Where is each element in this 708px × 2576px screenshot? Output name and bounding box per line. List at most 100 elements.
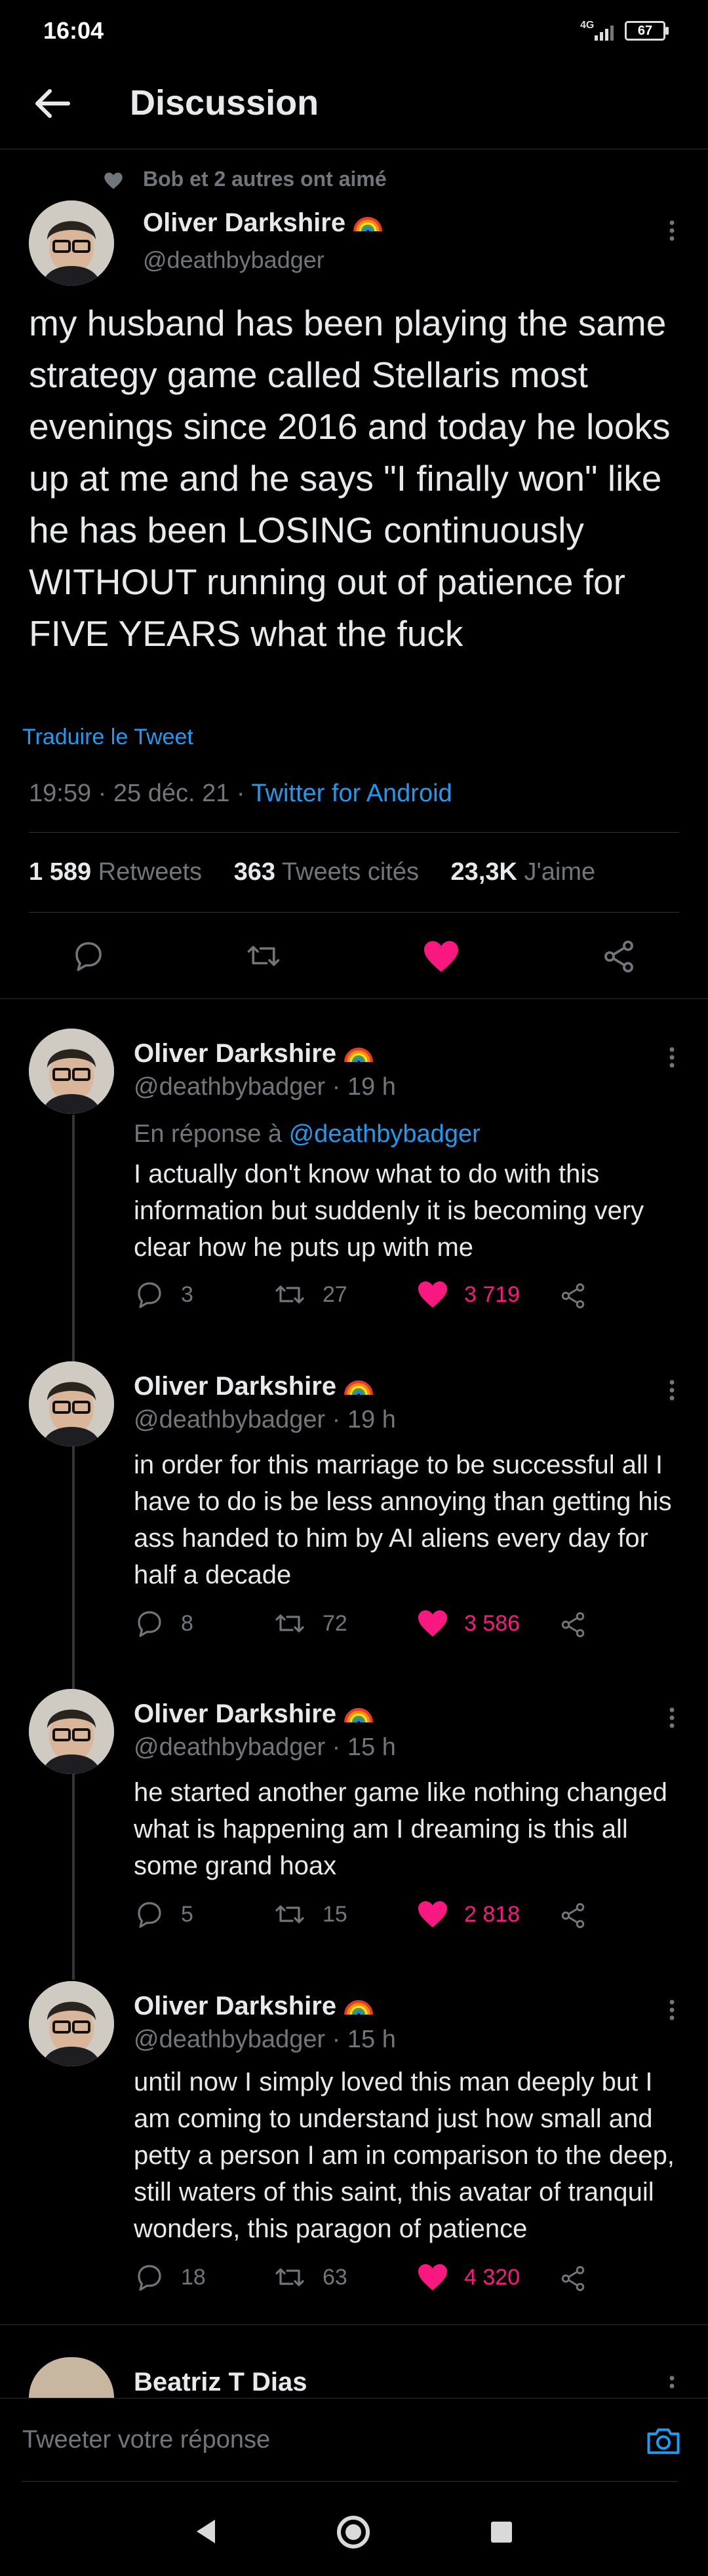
retweet-action[interactable]: 72 [273, 1608, 347, 1639]
reply-icon [138, 1611, 161, 1637]
avatar[interactable] [29, 1361, 114, 1447]
nav-recents-icon[interactable] [490, 2521, 513, 2543]
retweet-icon [275, 2268, 304, 2286]
tweet-meta: 19:59 · 25 déc. 21 · Twitter for Android [29, 780, 452, 808]
author-name-row[interactable]: Oliver Darkshire [143, 208, 384, 238]
avatar-image [29, 1689, 114, 1774]
reply-action[interactable]: 3 [134, 1279, 193, 1310]
more-options-icon[interactable] [662, 1997, 682, 2023]
like-action[interactable]: 4 320 [417, 2263, 520, 2292]
retweet-count: 15 [323, 1901, 347, 1927]
avatar-image [29, 1981, 114, 2066]
share-icon[interactable] [559, 2264, 587, 2293]
author-handle[interactable]: @deathbybadger [143, 246, 324, 274]
author-name: Oliver Darkshire [134, 1992, 337, 2020]
like-icon-filled [418, 1901, 447, 1927]
author-name-row: Oliver Darkshire [134, 1372, 374, 1401]
reply-text: until now I simply loved this man deeply… [134, 2068, 675, 2243]
divider [0, 998, 708, 999]
avatar-image [29, 1029, 114, 1114]
thread-line [72, 1115, 75, 1980]
reply-icon [138, 2265, 161, 2291]
avatar[interactable] [29, 200, 114, 286]
top-app-bar: Discussion [0, 62, 708, 149]
reply-text: in order for this marriage to be success… [134, 1450, 672, 1589]
retweet-icon[interactable] [244, 938, 283, 974]
reply-to-handle[interactable]: @deathbybadger [289, 1120, 481, 1148]
more-options-icon[interactable] [662, 1705, 682, 1731]
more-options-icon[interactable] [662, 1377, 682, 1403]
reply-text: I actually don't know what to do with th… [134, 1160, 644, 1262]
share-icon[interactable] [559, 1610, 587, 1639]
retweet-action[interactable]: 63 [273, 2262, 347, 2293]
battery-tip [665, 27, 669, 35]
reply-input[interactable]: Tweeter votre réponse [22, 2426, 270, 2454]
tweet-stats: 1 589 Retweets 363 Tweets cités 23,3K J'… [29, 858, 595, 886]
retweet-icon [275, 1614, 304, 1633]
reply-text: he started another game like nothing cha… [134, 1778, 667, 1880]
retweet-icon [275, 1905, 304, 1923]
like-action[interactable]: 3 586 [417, 1609, 520, 1638]
reply-action[interactable]: 8 [134, 1608, 193, 1639]
reply-action[interactable]: 5 [134, 1899, 193, 1930]
retweet-action[interactable]: 27 [273, 1279, 347, 1310]
divider [29, 912, 679, 913]
more-options-icon[interactable] [662, 1044, 682, 1070]
like-action[interactable]: 2 818 [417, 1900, 520, 1929]
quotes-label: Tweets cités [281, 858, 419, 886]
more-options-icon[interactable] [662, 218, 682, 244]
share-icon[interactable] [559, 1901, 587, 1930]
status-bar: 16:04 4G 67 [0, 0, 708, 62]
share-icon[interactable] [600, 938, 637, 975]
handle-time: @deathbybadger · 19 h [134, 1406, 396, 1433]
reply-to-prefix: En réponse à [134, 1120, 289, 1148]
like-count: 4 320 [464, 2264, 521, 2290]
nav-home-icon[interactable] [336, 2514, 371, 2550]
source-link[interactable]: Twitter for Android [251, 780, 452, 807]
likes-count: 23,3K [450, 858, 517, 886]
avatar[interactable] [29, 1981, 114, 2066]
author-name: Beatriz T Dias [134, 2368, 307, 2396]
social-context: Bob et 2 autres ont aimé [143, 167, 387, 191]
retweet-icon [275, 1285, 304, 1304]
retweet-action[interactable]: 15 [273, 1899, 347, 1930]
rainbow-emoji-icon [344, 2000, 374, 2015]
back-arrow-icon[interactable] [29, 81, 75, 126]
reply-icon[interactable] [71, 938, 106, 974]
author-name: Oliver Darkshire [134, 1699, 337, 1728]
retweets-stat[interactable]: 1 589 Retweets [29, 858, 202, 886]
avatar[interactable] [29, 1689, 114, 1774]
reply-count: 18 [181, 2264, 206, 2290]
retweet-count: 72 [323, 1610, 347, 1636]
retweet-count: 27 [323, 1281, 347, 1307]
more-options-icon[interactable] [662, 2373, 682, 2393]
like-icon-filled [418, 2264, 447, 2290]
quotes-stat[interactable]: 363 Tweets cités [234, 858, 419, 886]
avatar[interactable] [29, 2357, 114, 2398]
author-name-row: Oliver Darkshire [134, 1992, 374, 2021]
like-icon-filled[interactable] [422, 939, 460, 974]
translate-link[interactable]: Traduire le Tweet [22, 725, 193, 750]
battery-level: 67 [637, 24, 653, 38]
reply-action[interactable]: 18 [134, 2262, 206, 2293]
author-name: Oliver Darkshire [143, 208, 346, 237]
heart-icon [104, 172, 123, 189]
timestamp: 19:59 · 25 déc. 21 · [29, 780, 252, 807]
author-name: Oliver Darkshire [134, 1039, 337, 1068]
handle-time: @deathbybadger · 15 h [134, 1733, 396, 1761]
likes-stat[interactable]: 23,3K J'aime [451, 858, 596, 886]
author-name-row: Oliver Darkshire [134, 1039, 374, 1069]
like-action[interactable]: 3 719 [417, 1280, 520, 1309]
camera-icon[interactable] [644, 2421, 683, 2460]
avatar-image [29, 200, 114, 286]
reply-count: 8 [181, 1610, 193, 1636]
nav-back-icon[interactable] [194, 2518, 218, 2545]
quotes-count: 363 [233, 858, 276, 886]
share-icon[interactable] [559, 1281, 587, 1310]
divider [0, 2324, 708, 2325]
avatar[interactable] [29, 1029, 114, 1114]
rainbow-emoji-icon [344, 1380, 374, 1395]
retweet-count: 63 [323, 2264, 347, 2290]
avatar-image [29, 1361, 114, 1447]
status-time: 16:04 [43, 17, 104, 44]
